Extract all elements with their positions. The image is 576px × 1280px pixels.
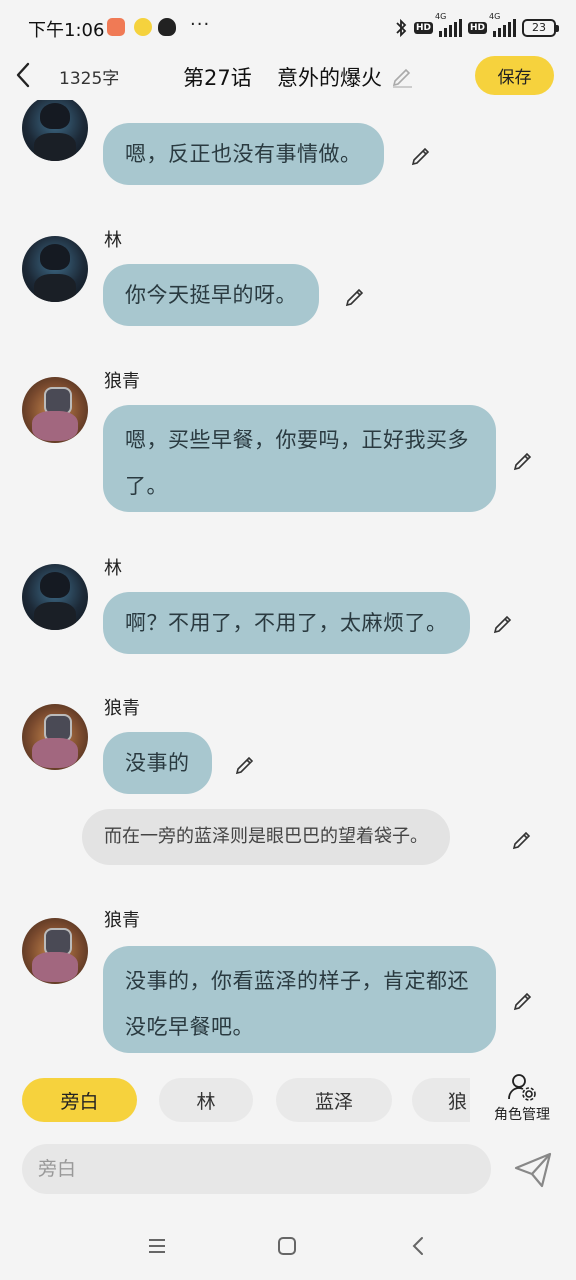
edit-pencil-icon[interactable]	[234, 751, 258, 775]
app-notification-icon	[107, 18, 125, 36]
edit-pencil-icon[interactable]	[512, 447, 536, 471]
bluetooth-icon	[396, 18, 407, 38]
avatar-lin[interactable]	[22, 564, 88, 630]
speaker-name: 狼青	[104, 910, 140, 931]
avatar-langqing[interactable]	[22, 377, 88, 443]
role-chip-lin[interactable]: 林	[159, 1078, 253, 1122]
qq-notification-icon	[158, 18, 176, 36]
chat-notification-icon	[134, 18, 152, 36]
role-selector[interactable]: 旁白 林 蓝泽 狼	[0, 1076, 470, 1124]
message-input-box[interactable]	[22, 1144, 491, 1194]
hd-badge: HD	[413, 22, 433, 34]
speaker-name: 林	[104, 558, 122, 579]
hd-badge-2: HD	[467, 22, 487, 34]
word-count: 1325字	[59, 69, 120, 89]
episode-number: 第27话	[183, 66, 252, 90]
edit-pencil-icon[interactable]	[492, 610, 516, 634]
status-time: 下午1:06	[28, 20, 105, 41]
dialogue-bubble[interactable]: 嗯，反正也没有事情做。	[103, 123, 384, 185]
status-bar: 下午1:06 ··· HD 4G HD 4G 23	[0, 0, 576, 56]
avatar-langqing[interactable]	[22, 704, 88, 770]
episode-title[interactable]: 意外的爆火	[277, 62, 382, 92]
message-input[interactable]	[22, 1144, 491, 1194]
chat-list[interactable]: 嗯，反正也没有事情做。 林 你今天挺早的呀。 狼青 嗯，买些早餐，你要吗，正好我…	[0, 100, 576, 1068]
role-chip-narrator[interactable]: 旁白	[22, 1078, 137, 1122]
speaker-name: 狼青	[104, 698, 140, 719]
network-type-2: 4G	[489, 12, 501, 21]
save-button[interactable]: 保存	[475, 56, 554, 95]
network-type: 4G	[434, 12, 447, 21]
edit-pencil-icon[interactable]	[512, 987, 536, 1011]
status-right: HD 4G HD 4G 23	[394, 12, 559, 40]
dialogue-bubble[interactable]: 啊？不用了，不用了，太麻烦了。	[103, 592, 470, 654]
system-nav-bar	[0, 1212, 576, 1280]
signal-icon-2: 4G	[489, 12, 516, 37]
edit-title-icon[interactable]	[390, 64, 414, 88]
avatar-langqing[interactable]	[22, 918, 88, 984]
editor-header: 1325字 第27话 意外的爆火 保存	[0, 56, 576, 96]
back-icon[interactable]	[407, 1234, 431, 1258]
dialogue-bubble[interactable]: 没事的，你看蓝泽的样子，肯定都还没吃早餐吧。	[103, 946, 496, 1053]
edit-pencil-icon[interactable]	[344, 283, 368, 307]
speaker-name: 狼青	[104, 371, 140, 392]
dialogue-bubble[interactable]: 没事的	[103, 732, 212, 794]
user-settings-icon	[508, 1074, 536, 1101]
role-manage-button[interactable]: 角色管理	[488, 1072, 556, 1128]
avatar-lin[interactable]	[22, 100, 88, 161]
more-notifications-icon: ···	[190, 14, 211, 35]
signal-icon: 4G	[435, 12, 462, 37]
role-chip-lanze[interactable]: 蓝泽	[276, 1078, 392, 1122]
dialogue-bubble[interactable]: 你今天挺早的呀。	[103, 264, 319, 326]
home-icon[interactable]	[275, 1234, 299, 1258]
edit-pencil-icon[interactable]	[511, 826, 535, 850]
narration-bubble[interactable]: 而在一旁的蓝泽则是眼巴巴的望着袋子。	[82, 809, 450, 865]
role-manage-label: 角色管理	[494, 1107, 550, 1123]
avatar-lin[interactable]	[22, 236, 88, 302]
send-icon[interactable]	[512, 1148, 554, 1190]
back-arrow-icon[interactable]	[12, 58, 36, 92]
battery-icon: 23	[522, 19, 559, 37]
edit-pencil-icon[interactable]	[410, 142, 434, 166]
menu-icon[interactable]	[145, 1234, 169, 1258]
speaker-name: 林	[104, 230, 122, 251]
role-chip-lang[interactable]: 狼	[412, 1078, 470, 1122]
dialogue-bubble[interactable]: 嗯，买些早餐，你要吗，正好我买多了。	[103, 405, 496, 512]
